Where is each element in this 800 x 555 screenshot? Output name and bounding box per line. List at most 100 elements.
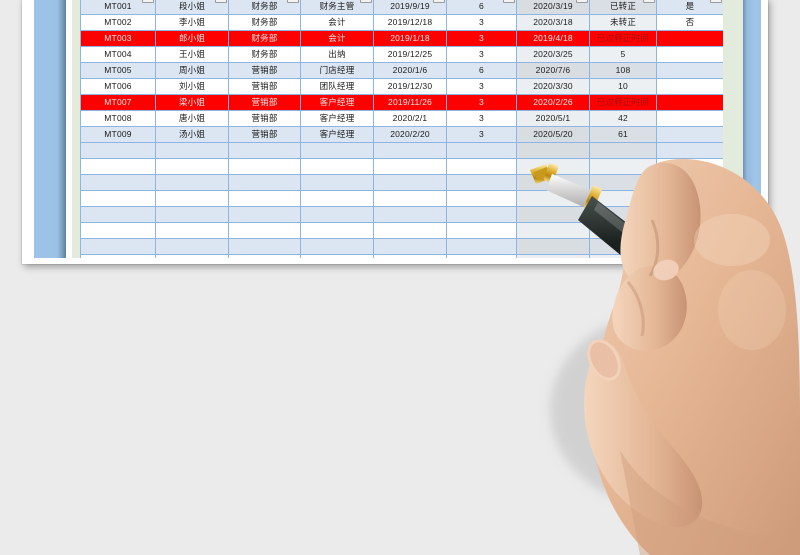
- cell-months[interactable]: 3: [446, 46, 517, 63]
- cell-dept[interactable]: 营销部: [228, 110, 301, 127]
- cell-conf[interactable]: 2020/3/19: [516, 0, 590, 15]
- cell-months[interactable]: 6: [446, 0, 517, 15]
- cell-months[interactable]: [446, 142, 517, 159]
- cell-conf[interactable]: 2020/5/20: [516, 126, 590, 143]
- cell-dept[interactable]: 财务部: [228, 14, 301, 31]
- cell-status[interactable]: [589, 222, 657, 239]
- cell-id[interactable]: MT009: [80, 126, 156, 143]
- cell-pos[interactable]: 会计: [300, 14, 374, 31]
- cell-flag[interactable]: [656, 94, 723, 111]
- cell-flag[interactable]: [656, 254, 723, 258]
- cell-pos[interactable]: 财务主管: [300, 0, 374, 15]
- cell-status[interactable]: [589, 174, 657, 191]
- cell-months[interactable]: 3: [446, 126, 517, 143]
- cell-id[interactable]: [80, 222, 156, 239]
- cell-name[interactable]: [155, 158, 229, 175]
- cell-entry[interactable]: [373, 158, 447, 175]
- employee-table[interactable]: MT001 段小姐 财务部 财务主管 2019/9/19 6 2020/3/19 已转正是 MT…: [80, 0, 723, 258]
- cell-name[interactable]: 李小姐: [155, 14, 229, 31]
- table-row-empty[interactable]: [80, 190, 723, 207]
- cell-months[interactable]: 3: [446, 94, 517, 111]
- cell-pos[interactable]: [300, 174, 374, 191]
- cell-id[interactable]: MT001: [80, 0, 156, 15]
- cell-flag[interactable]: [656, 174, 723, 191]
- cell-conf[interactable]: [516, 222, 590, 239]
- cell-name[interactable]: 周小姐: [155, 62, 229, 79]
- cell-name[interactable]: [155, 206, 229, 223]
- cell-pos[interactable]: 出纳: [300, 46, 374, 63]
- table-row-empty[interactable]: [80, 142, 723, 159]
- cell-id[interactable]: MT007: [80, 94, 156, 111]
- cell-entry[interactable]: [373, 174, 447, 191]
- cell-id[interactable]: [80, 174, 156, 191]
- cell-conf[interactable]: 2020/3/25: [516, 46, 590, 63]
- cell-months[interactable]: [446, 190, 517, 207]
- cell-entry[interactable]: 2019/12/30: [373, 78, 447, 95]
- cell-entry[interactable]: 2019/12/25: [373, 46, 447, 63]
- cell-id[interactable]: [80, 238, 156, 255]
- cell-pos[interactable]: [300, 206, 374, 223]
- cell-flag[interactable]: 否: [656, 14, 723, 31]
- cell-status[interactable]: 42: [589, 110, 657, 127]
- cell-name[interactable]: 唐小姐: [155, 110, 229, 127]
- cell-conf[interactable]: [516, 206, 590, 223]
- table-row-empty[interactable]: [80, 158, 723, 175]
- cell-pos[interactable]: [300, 238, 374, 255]
- cell-dept[interactable]: 财务部: [228, 0, 301, 15]
- cell-conf[interactable]: [516, 174, 590, 191]
- cell-pos[interactable]: [300, 142, 374, 159]
- cell-conf[interactable]: [516, 254, 590, 258]
- cell-conf[interactable]: [516, 190, 590, 207]
- cell-name[interactable]: 段小姐: [155, 0, 229, 15]
- cell-entry[interactable]: [373, 206, 447, 223]
- cell-entry[interactable]: [373, 142, 447, 159]
- cell-dept[interactable]: [228, 254, 301, 258]
- cell-flag[interactable]: [656, 238, 723, 255]
- cell-id[interactable]: [80, 254, 156, 258]
- cell-conf[interactable]: 2020/3/18: [516, 14, 590, 31]
- cell-dept[interactable]: 财务部: [228, 46, 301, 63]
- table-row[interactable]: MT008 唐小姐 营销部 客户经理 2020/2/1 3 2020/5/1 42: [80, 110, 723, 127]
- cell-dept[interactable]: [228, 206, 301, 223]
- cell-id[interactable]: [80, 190, 156, 207]
- cell-id[interactable]: MT003: [80, 30, 156, 47]
- cell-pos[interactable]: 会计: [300, 30, 374, 47]
- cell-entry[interactable]: 2020/2/1: [373, 110, 447, 127]
- cell-dept[interactable]: [228, 174, 301, 191]
- cell-flag[interactable]: [656, 206, 723, 223]
- cell-pos[interactable]: 客户经理: [300, 110, 374, 127]
- cell-months[interactable]: [446, 222, 517, 239]
- cell-dept[interactable]: [228, 190, 301, 207]
- cell-pos[interactable]: [300, 254, 374, 258]
- spreadsheet-window[interactable]: MT001 段小姐 财务部 财务主管 2019/9/19 6 2020/3/19 已转正是 MT…: [22, 0, 768, 264]
- cell-flag[interactable]: [656, 142, 723, 159]
- worksheet-grid[interactable]: MT001 段小姐 财务部 财务主管 2019/9/19 6 2020/3/19 已转正是 MT…: [80, 0, 723, 258]
- cell-pos[interactable]: 客户经理: [300, 126, 374, 143]
- cell-status[interactable]: 未转正: [589, 14, 657, 31]
- cell-status[interactable]: 5: [589, 46, 657, 63]
- cell-conf[interactable]: 2020/7/6: [516, 62, 590, 79]
- cell-conf[interactable]: 2019/4/18: [516, 30, 590, 47]
- cell-conf[interactable]: [516, 238, 590, 255]
- cell-dept[interactable]: 财务部: [228, 30, 301, 47]
- cell-entry[interactable]: 2020/1/6: [373, 62, 447, 79]
- table-row-empty[interactable]: [80, 222, 723, 239]
- cell-id[interactable]: MT008: [80, 110, 156, 127]
- cell-entry[interactable]: 2019/9/19: [373, 0, 447, 15]
- table-row[interactable]: MT001 段小姐 财务部 财务主管 2019/9/19 6 2020/3/19 已转正是: [80, 0, 723, 15]
- cell-status[interactable]: [589, 158, 657, 175]
- cell-pos[interactable]: [300, 190, 374, 207]
- cell-entry[interactable]: 2019/1/18: [373, 30, 447, 47]
- cell-months[interactable]: [446, 174, 517, 191]
- cell-months[interactable]: 6: [446, 62, 517, 79]
- cell-entry[interactable]: 2019/11/26: [373, 94, 447, 111]
- cell-conf[interactable]: [516, 158, 590, 175]
- cell-dept[interactable]: [228, 238, 301, 255]
- cell-flag[interactable]: [656, 30, 723, 47]
- cell-flag[interactable]: [656, 158, 723, 175]
- table-row[interactable]: MT002 李小姐 财务部 会计 2019/12/18 3 2020/3/18 未转正否: [80, 14, 723, 31]
- table-row[interactable]: MT005 周小姐 营销部 门店经理 2020/1/6 6 2020/7/6 108: [80, 62, 723, 79]
- cell-pos[interactable]: 客户经理: [300, 94, 374, 111]
- cell-conf[interactable]: 2020/5/1: [516, 110, 590, 127]
- cell-status[interactable]: [589, 190, 657, 207]
